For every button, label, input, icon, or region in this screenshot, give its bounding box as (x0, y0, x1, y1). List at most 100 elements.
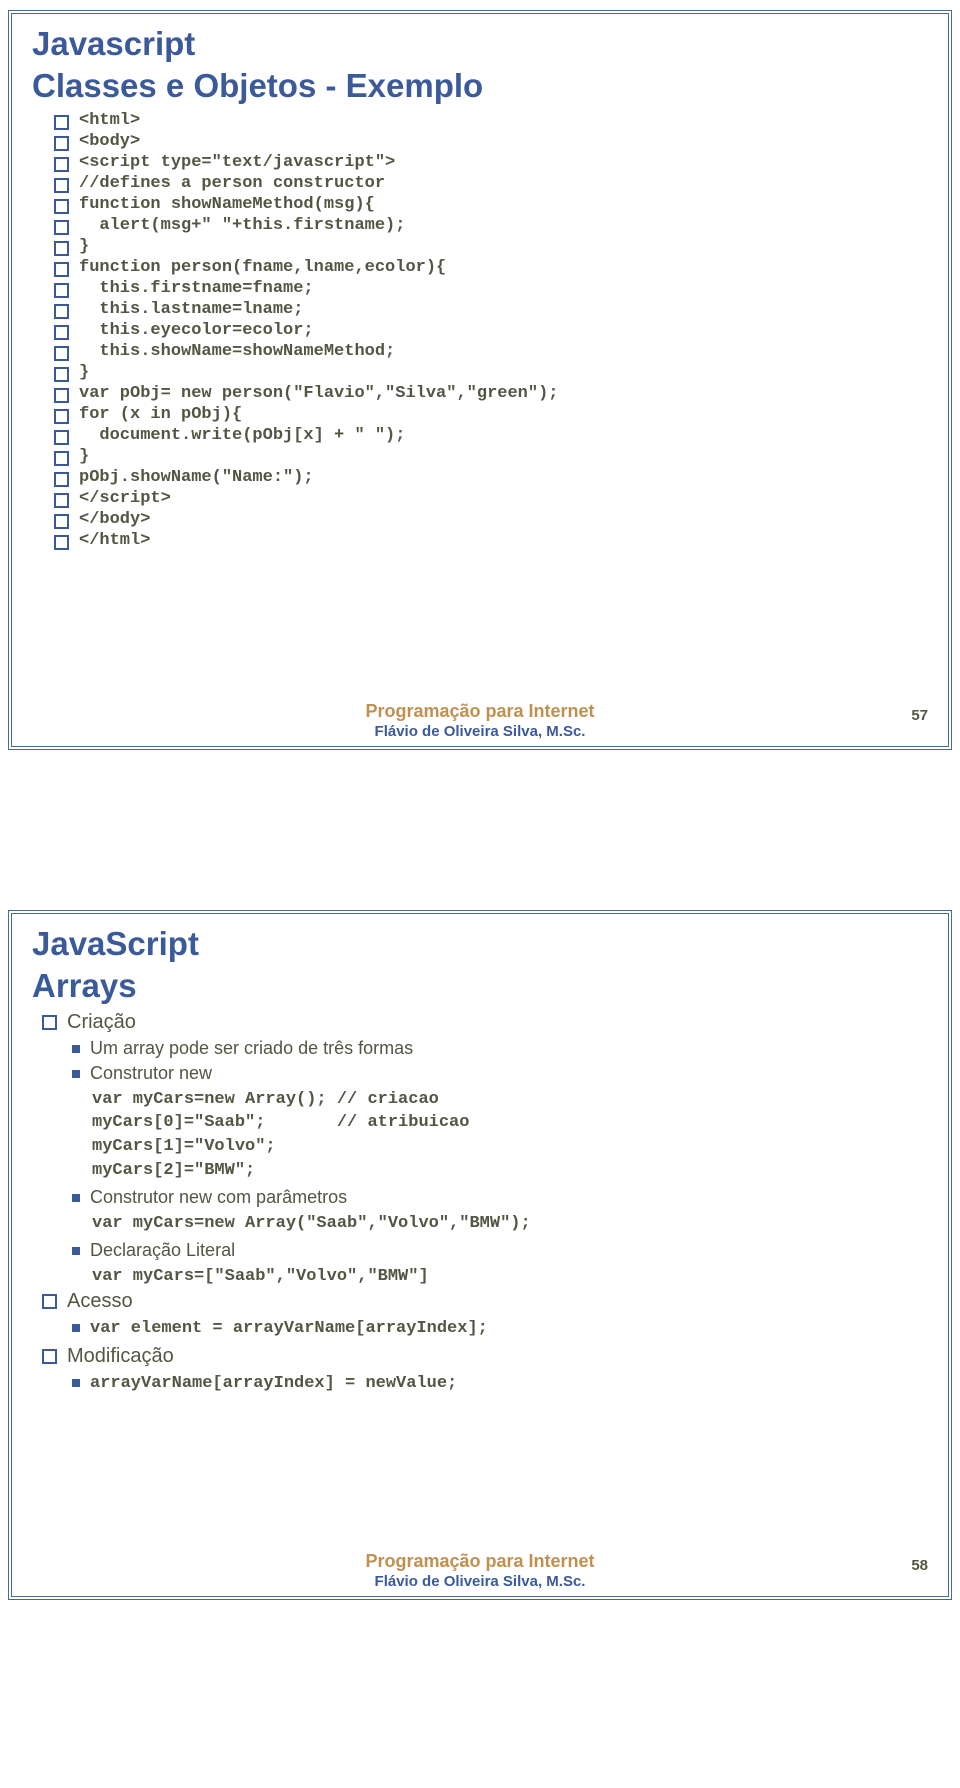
bullet-icon (54, 283, 69, 298)
slide-title-line2: Classes e Objetos - Exemplo (32, 68, 928, 104)
code-text: <script type="text/javascript"> (79, 153, 395, 172)
code-text: function showNameMethod(msg){ (79, 195, 375, 214)
bullet-icon (54, 472, 69, 487)
footer-sub: Flávio de Oliveira Silva, M.Sc. (12, 1573, 948, 1590)
bullet-icon (54, 535, 69, 550)
sub-bullet-item: var element = arrayVarName[arrayIndex]; (72, 1317, 928, 1341)
code-line-item: for (x in pObj){ (54, 405, 928, 424)
code-line-item: this.eyecolor=ecolor; (54, 321, 928, 340)
code-line: myCars[0]="Saab"; // atribuicao (92, 1111, 928, 1135)
code-text: <body> (79, 132, 140, 151)
bullet-icon (54, 241, 69, 256)
page-number: 57 (911, 707, 928, 724)
code-line-item: alert(msg+" "+this.firstname); (54, 216, 928, 235)
code-line: myCars[2]="BMW"; (92, 1159, 928, 1183)
sub-bullet-item: Declaração Literal (72, 1240, 928, 1261)
code-text: var myCars=new Array("Saab","Volvo","BMW… (92, 1212, 928, 1236)
sub-bullet-icon (72, 1194, 80, 1202)
code-text: pObj.showName("Name:"); (79, 468, 314, 487)
code-text: </html> (79, 531, 150, 550)
code-text: </script> (79, 489, 171, 508)
code-text: this.firstname=fname; (79, 279, 314, 298)
code-text: this.lastname=lname; (79, 300, 303, 319)
sub-bullet-icon (72, 1379, 80, 1387)
bullet-icon (54, 220, 69, 235)
bullet-icon (42, 1349, 57, 1364)
code-text: this.showName=showNameMethod; (79, 342, 395, 361)
main-bullet-label: Criação (67, 1011, 136, 1034)
code-text: } (79, 363, 89, 382)
sub-bullet-item: Construtor new com parâmetros (72, 1187, 928, 1208)
code-line: var myCars=["Saab","Volvo","BMW"] (92, 1265, 928, 1289)
code-line-item: var pObj= new person("Flavio","Silva","g… (54, 384, 928, 403)
bullet-icon (42, 1294, 57, 1309)
code-text: myCars[1]="Volvo"; (92, 1135, 928, 1159)
code-text: //defines a person constructor (79, 174, 385, 193)
sub-bullet-icon (72, 1045, 80, 1053)
sub-bullet-icon (72, 1324, 80, 1332)
code-line-item: document.write(pObj[x] + " "); (54, 426, 928, 445)
code-text: var myCars=["Saab","Volvo","BMW"] (92, 1265, 928, 1289)
bullet-icon (54, 199, 69, 214)
code-line-item: function showNameMethod(msg){ (54, 195, 928, 214)
bullet-icon (54, 493, 69, 508)
bullet-icon (54, 367, 69, 382)
bullet-icon (54, 430, 69, 445)
bullet-icon (54, 325, 69, 340)
main-bullet-item: Modificação (42, 1345, 928, 1368)
bullet-icon (54, 178, 69, 193)
code-text: arrayVarName[arrayIndex] = newValue; (90, 1372, 457, 1396)
bullet-icon (54, 136, 69, 151)
code-text: var myCars=new Array(); // criacao (92, 1088, 928, 1112)
sub-bullet-text: Construtor new com parâmetros (90, 1187, 347, 1208)
code-text: myCars[0]="Saab"; // atribuicao (92, 1111, 928, 1135)
code-text: </body> (79, 510, 150, 529)
bullet-icon (42, 1015, 57, 1030)
slide-2: JavaScript Arrays CriaçãoUm array pode s… (8, 910, 952, 1600)
code-line-item: </script> (54, 489, 928, 508)
code-line: var myCars=new Array(); // criacao (92, 1088, 928, 1112)
code-text: function person(fname,lname,ecolor){ (79, 258, 446, 277)
slide-title-line1: Javascript (32, 26, 928, 62)
code-line-item: this.showName=showNameMethod; (54, 342, 928, 361)
bullet-icon (54, 304, 69, 319)
code-text: alert(msg+" "+this.firstname); (79, 216, 405, 235)
code-line: myCars[1]="Volvo"; (92, 1135, 928, 1159)
code-text: <html> (79, 111, 140, 130)
code-line-item: function person(fname,lname,ecolor){ (54, 258, 928, 277)
code-text: myCars[2]="BMW"; (92, 1159, 928, 1183)
code-line-item: this.lastname=lname; (54, 300, 928, 319)
slide-title-line2: Arrays (32, 968, 928, 1004)
bullet-icon (54, 451, 69, 466)
sub-bullet-icon (72, 1247, 80, 1255)
code-line-item: <body> (54, 132, 928, 151)
code-text: } (79, 237, 89, 256)
code-line-item: pObj.showName("Name:"); (54, 468, 928, 487)
sub-bullet-text: Declaração Literal (90, 1240, 235, 1261)
code-text: } (79, 447, 89, 466)
bullet-icon (54, 115, 69, 130)
code-text: var pObj= new person("Flavio","Silva","g… (79, 384, 558, 403)
code-line: var myCars=new Array("Saab","Volvo","BMW… (92, 1212, 928, 1236)
sub-bullet-item: arrayVarName[arrayIndex] = newValue; (72, 1372, 928, 1396)
main-bullet-label: Acesso (67, 1290, 133, 1313)
code-line-item: </html> (54, 531, 928, 550)
bullet-icon (54, 157, 69, 172)
slide-1: Javascript Classes e Objetos - Exemplo <… (8, 10, 952, 750)
sub-bullet-item: Construtor new (72, 1063, 928, 1084)
code-line-item: <script type="text/javascript"> (54, 153, 928, 172)
bullet-icon (54, 409, 69, 424)
sub-bullet-text: Construtor new (90, 1063, 212, 1084)
code-line-item: <html> (54, 111, 928, 130)
code-line-item: </body> (54, 510, 928, 529)
footer-title: Programação para Internet (12, 1551, 948, 1572)
footer-title: Programação para Internet (12, 701, 948, 722)
page-number: 58 (911, 1557, 928, 1574)
code-line-item: this.firstname=fname; (54, 279, 928, 298)
bullet-icon (54, 262, 69, 277)
sub-bullet-text: Um array pode ser criado de três formas (90, 1038, 413, 1059)
sub-bullet-item: Um array pode ser criado de três formas (72, 1038, 928, 1059)
bullet-icon (54, 346, 69, 361)
footer-sub: Flávio de Oliveira Silva, M.Sc. (12, 723, 948, 740)
main-bullet-label: Modificação (67, 1345, 174, 1368)
